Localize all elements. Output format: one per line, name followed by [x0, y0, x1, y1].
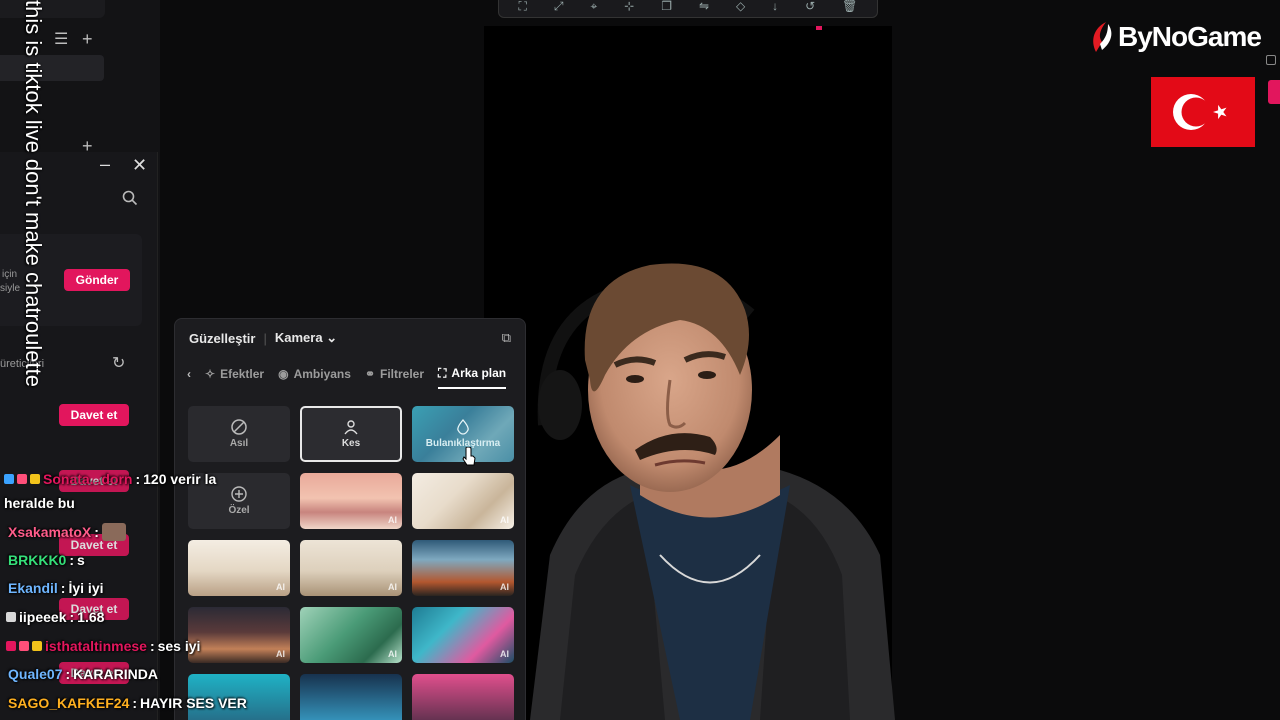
add-icon [231, 486, 247, 502]
preview-toolbar: ⛶ ⤢ ⌖ ⊹ ❐ ⇋ ◇ ↓ ↺ 🗑 [498, 0, 878, 18]
tab-ambiance[interactable]: ◉ Ambiyans [278, 367, 351, 387]
chat-username: SAGO_KAFKEF24 [8, 695, 130, 711]
fit-icon[interactable]: ⤢ [554, 0, 564, 14]
card-text-1: için [2, 269, 18, 280]
background-living-room[interactable]: AI [188, 540, 290, 596]
background-lounge[interactable]: AI [300, 540, 402, 596]
chevron-left-icon[interactable]: ‹ [187, 367, 191, 387]
badge-icon [17, 474, 27, 484]
header-separator: | [263, 330, 267, 346]
beautify-tabs: ‹ ✧ Efektler ◉ Ambiyans ⚭ Filtreler ⛶ Arka p… [187, 363, 513, 391]
chat-text: KARARINDA [73, 666, 158, 682]
beautify-header: Güzelleştir | Kamera ⌄ [189, 330, 337, 346]
background-pink-neon[interactable] [412, 674, 514, 720]
effects-icon: ✧ [205, 367, 216, 381]
background-icon: ⛶ [438, 365, 447, 380]
chat-message: Quale07 : KARARINDA [8, 666, 158, 682]
chat-message: XsakamatoX : [8, 523, 126, 541]
brand-logo-icon [1093, 22, 1112, 52]
chat-username: isthataltinmese [45, 638, 147, 654]
minimize-icon[interactable]: – [100, 154, 110, 175]
chat-message: SAGO_KAFKEF24 : HAYIR SES VER [8, 695, 247, 711]
sidebar-selected-row[interactable] [0, 55, 104, 81]
chat-text: İyi iyi [68, 580, 104, 596]
camera-select[interactable]: Kamera ⌄ [275, 330, 337, 346]
chat-username: Quale07 [8, 666, 63, 682]
chat-message: Ekandil : İyi iyi [8, 580, 104, 596]
send-button[interactable]: Gönder [64, 269, 130, 291]
background-night-bedroom[interactable]: AI [188, 607, 290, 663]
crown-icon [30, 474, 40, 484]
chat-message: BRKKK0 : s [8, 552, 85, 568]
background-blue-neon[interactable] [300, 674, 402, 720]
chat-text: HAYIR SES VER [140, 695, 247, 711]
chevron-down-icon: ⌄ [326, 330, 338, 345]
card-text-2: siyle [0, 283, 21, 294]
chat-text: s [77, 552, 85, 568]
tab-effects[interactable]: ✧ Efektler [205, 367, 264, 387]
background-city-view[interactable]: AI [412, 540, 514, 596]
brand-logo: ByNoGame [1088, 20, 1262, 54]
beautify-title: Güzelleştir [189, 330, 256, 346]
background-neon-studio[interactable]: AI [412, 607, 514, 663]
anchor-icon[interactable]: ⌖ [590, 0, 597, 14]
refresh-icon[interactable]: ↻ [112, 356, 125, 372]
invite-button[interactable]: Davet et [59, 404, 129, 426]
crop-icon[interactable]: ⊹ [624, 0, 634, 13]
chat-username: Sonata...dorn [43, 471, 133, 487]
chat-text: ses iyi [157, 638, 201, 654]
fullscreen-icon[interactable]: ⛶ [518, 0, 526, 14]
add-icon[interactable]: + [82, 30, 93, 48]
flip-icon[interactable]: ⇋ [699, 0, 709, 13]
chat-text: 1.68 [77, 609, 105, 625]
chat-message: heralde bu [4, 495, 75, 511]
turkey-flag [1151, 77, 1255, 147]
ambiance-icon: ◉ [278, 367, 289, 381]
option-cut[interactable]: Kes [300, 406, 402, 462]
chat-username: XsakamatoX [8, 524, 92, 540]
badge-icon [19, 641, 29, 651]
none-icon [231, 419, 247, 435]
close-icon[interactable]: ✕ [132, 155, 147, 176]
popout-icon[interactable]: ⧉ [502, 330, 511, 346]
crown-icon [32, 641, 42, 651]
list-icon[interactable]: ☰ [54, 32, 68, 48]
option-original[interactable]: Asıl [188, 406, 290, 462]
rotate-icon[interactable]: ↺ [805, 0, 815, 13]
overlay-caption: this is tiktok live don't make chatroule… [21, 0, 46, 387]
chat-text: heralde bu [4, 495, 75, 511]
person-icon [344, 420, 358, 435]
streamer-webcam [530, 263, 895, 720]
badge-icon [6, 641, 16, 651]
filters-icon: ⚭ [364, 367, 375, 381]
sidebar-top-strip [0, 0, 105, 18]
edge-checkbox[interactable] [1266, 55, 1276, 65]
background-bright-interior[interactable]: AI [412, 473, 514, 529]
chat-text: 120 verir la [143, 471, 217, 487]
trash-icon[interactable]: 🗑 [842, 0, 857, 13]
mouse-cursor-icon [462, 447, 476, 466]
chat-username: Ekandil [8, 580, 58, 596]
chat-username: BRKKK0 [8, 552, 67, 568]
background-green-leaves[interactable]: AI [300, 607, 402, 663]
chat-message: Sonata...dorn : 120 verir la [4, 471, 216, 487]
tab-background[interactable]: ⛶ Arka plan [438, 365, 507, 389]
layers-icon[interactable]: ◇ [736, 0, 745, 13]
edge-pink-tab[interactable] [1268, 80, 1280, 104]
badge-icon [6, 612, 16, 622]
tab-filters[interactable]: ⚭ Filtreler [365, 367, 424, 387]
background-sunset-room[interactable]: AI [300, 473, 402, 529]
search-icon[interactable] [122, 190, 138, 210]
brand-name: ByNoGame [1118, 21, 1262, 52]
copy-icon[interactable]: ❐ [661, 0, 672, 13]
chat-username: iipeeek [19, 609, 67, 625]
move-down-icon[interactable]: ↓ [772, 0, 778, 13]
chat-message: iipeeek : 1.68 [6, 609, 104, 625]
drop-icon [457, 419, 469, 435]
recording-indicator [816, 26, 822, 30]
avatar [101, 523, 126, 541]
beautify-panel: Güzelleştir | Kamera ⌄ ⧉ ‹ ✧ Efektler ◉ Am… [174, 318, 526, 720]
badge-icon [4, 474, 14, 484]
chat-message: isthataltinmese : ses iyi [6, 638, 200, 654]
